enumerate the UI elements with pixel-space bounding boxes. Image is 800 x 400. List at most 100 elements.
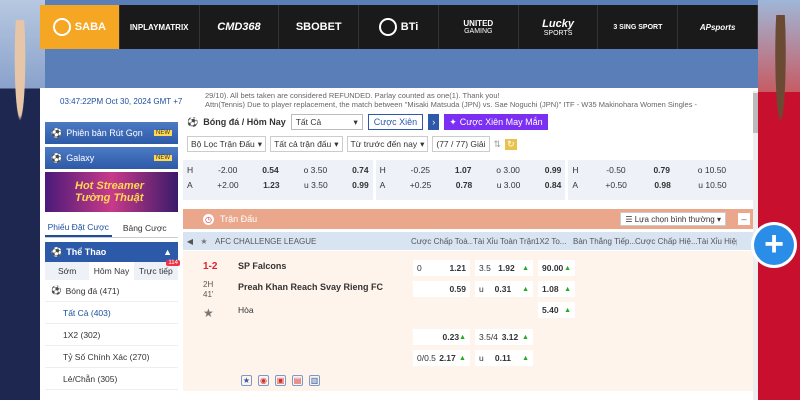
parlay-next-button[interactable]: › [428, 114, 440, 130]
sports-header[interactable]: ⚽ Thể Thao ▲ [45, 242, 178, 262]
brand-sbobet[interactable]: SBOBET [279, 5, 360, 49]
up-arrow-icon: ▲ [459, 333, 466, 341]
table-header: ◀ ★ AFC CHALLENGE LEAGUE Cược Chấp Toà..… [183, 232, 758, 250]
up-arrow-icon: ▲ [459, 354, 466, 362]
toolbar: ⚽ Bóng đá / Hôm Nay Tất Cả ▾ Cược Xiên › … [183, 111, 758, 133]
up-arrow-icon: ▲ [564, 285, 571, 293]
soccer-ball-icon: ⚽ [187, 116, 199, 127]
odds-cell[interactable]: u 0.11 ▲ [475, 350, 533, 366]
new-badge: NEW [154, 130, 172, 136]
sort-select[interactable]: ☰ Lựa chọn bình thường ▾ [620, 212, 726, 226]
sidebar-item-1x2[interactable]: 1X2 (302) [45, 324, 178, 346]
sidebar-item-football[interactable]: ⚽ Bóng đá (471) [45, 280, 178, 302]
bti-logo-icon [378, 18, 397, 36]
provider-bar: SABA INPLAYMATRIX CMD368 SBOBET BTi UNIT… [40, 5, 759, 49]
odds-row[interactable]: A +0.25 0.78 u 3.00 0.84 [380, 177, 562, 192]
col-half-over-under: Tài Xỉu Hiệp [697, 236, 737, 246]
favorite-icon[interactable]: ★ [241, 375, 252, 386]
time-filter[interactable]: Từ trước đến nay ▾ [346, 136, 429, 152]
page-title: Bóng đá / Hôm Nay [203, 117, 286, 127]
odds-row[interactable]: A +2.00 1.23 u 3.50 0.99 [187, 177, 369, 192]
marquee-line-2: Attn(Tennis) Due to player replacement, … [205, 100, 698, 109]
brand-bti[interactable]: BTi [359, 5, 439, 49]
brand-saba[interactable]: SABA [40, 5, 120, 49]
col-over-under: Tài Xỉu Toàn Trận [473, 236, 535, 246]
scrollbar-thumb[interactable] [753, 93, 758, 133]
odds-cell[interactable]: 0.23 ▲ [413, 329, 470, 345]
odds-cell[interactable]: 3.5/4 3.12 ▲ [475, 329, 533, 345]
refresh-icon[interactable]: ↻ [505, 138, 517, 150]
hot-streamer-banner[interactable]: Hot Streamer Tường Thuật [45, 172, 178, 212]
banner-subtitle: Tường Thuật [75, 192, 144, 204]
odds-row[interactable]: H -0.50 0.79 o 10.50 [572, 162, 754, 177]
tab-bet-slip[interactable]: Phiếu Đặt Cược [45, 218, 112, 237]
sidebar-item-correct-score[interactable]: Tỷ Số Chính Xác (270) [45, 346, 178, 368]
stats-icon[interactable]: ▥ [309, 375, 320, 386]
odds-cell[interactable]: 5.40 ▲ [538, 302, 575, 318]
brand-3-sing-sport[interactable]: 3 SING SPORT [598, 5, 679, 49]
up-arrow-icon: ▲ [522, 354, 529, 362]
brand-label: 3 SING SPORT [613, 23, 663, 31]
up-arrow-icon: ▲ [564, 306, 571, 314]
col-half-handicap: Cược Chấp Hiệ... [635, 236, 697, 246]
brand-lucky-sports[interactable]: Lucky SPORTS [519, 5, 599, 49]
star-icon[interactable]: ★ [197, 237, 211, 246]
odds-cell[interactable]: 0 1.21 [413, 260, 470, 276]
banner-title: Hot Streamer [75, 180, 145, 192]
collapse-league-icon[interactable]: ◀ [183, 237, 197, 246]
brand-label: CMD368 [217, 21, 261, 33]
filter-label: Tất cả trận đấu [274, 139, 332, 149]
brand-cmd368[interactable]: CMD368 [200, 5, 280, 49]
home-team: SP Falcons [238, 261, 287, 271]
odds-cell[interactable]: 0/0.5 2.17 ▲ [413, 350, 470, 366]
content-area: 29/10). All bets taken are considered RE… [183, 91, 758, 400]
plus-button[interactable]: + [754, 225, 794, 265]
sort-icon[interactable]: ⇅ [494, 139, 502, 150]
match-filter[interactable]: Tất cả trận đấu ▾ [270, 136, 343, 152]
button-label: Phiên bản Rút Gọn [66, 128, 143, 138]
compact-version-button[interactable]: ⚽ Phiên bản Rút Gọn NEW [45, 122, 178, 144]
up-arrow-icon: ▲ [522, 285, 529, 293]
brand-apsports[interactable]: APsports [678, 5, 759, 49]
favorite-star-icon[interactable]: ★ [203, 306, 214, 320]
odds-box: H -0.25 1.07 o 3.00 0.99 A +0.25 0.78 u 3.00 0.8… [375, 160, 566, 200]
brand-label: SBOBET [295, 21, 342, 33]
background-right-player [753, 0, 800, 400]
score-map-icon[interactable]: ▤ [292, 375, 303, 386]
odds-strip: H -2.00 0.54 o 3.50 0.74 A +2.00 1.23 u 3.50 0.9… [183, 160, 758, 200]
section-header: ◷ Trận Đấu ☰ Lựa chọn bình thường ▾ – [183, 209, 758, 229]
odds-cell[interactable]: 1.08 ▲ [538, 281, 575, 297]
galaxy-button[interactable]: ⚽ Galaxy NEW [45, 147, 178, 169]
brand-label: INPLAYMATRIX [129, 22, 189, 32]
new-badge: NEW [154, 155, 172, 161]
market-select[interactable]: Tất Cả ▾ [290, 114, 363, 130]
odds-row[interactable]: H -0.25 1.07 o 3.00 0.99 [380, 162, 562, 177]
live-stream-icon[interactable]: ◉ [258, 375, 269, 386]
odds-box: H -0.50 0.79 o 10.50 A +0.50 0.98 u 10.50 [568, 160, 758, 200]
league-count[interactable]: (77 / 77) Giải [432, 136, 490, 152]
brand-united-gaming[interactable]: UNITED GAMING [439, 5, 519, 49]
chevron-up-icon: ▲ [163, 247, 172, 257]
collapse-icon[interactable]: – [738, 213, 750, 225]
league-filter[interactable]: Bộ Lọc Trận Đấu ▾ [187, 136, 267, 152]
odds-row[interactable]: A +0.50 0.98 u 10.50 [572, 177, 754, 192]
parlay-button[interactable]: Cược Xiên [367, 114, 424, 130]
odds-cell[interactable]: 3.5 1.92 ▲ [475, 260, 533, 276]
odds-cell[interactable]: 0.59 [413, 281, 470, 297]
odds-cell[interactable]: 90.00 ▲ [538, 260, 575, 276]
sidebar-item-all[interactable]: Tất Cả (403) [45, 302, 178, 324]
odds-cell[interactable]: u 0.31 ▲ [475, 281, 533, 297]
brand-label: UNITED [463, 19, 494, 28]
player-image-right [753, 15, 800, 400]
jersey-icon[interactable]: ▣ [275, 375, 286, 386]
tab-live[interactable]: Trực tiếp 114 [134, 260, 180, 276]
sidebar-item-odd-even[interactable]: Lẻ/Chẵn (305) [45, 368, 178, 390]
lucky-parlay-button[interactable]: ✦ Cược Xiên May Mắn [444, 114, 548, 130]
tab-early[interactable]: Sớm [45, 266, 89, 276]
tab-today[interactable]: Hôm Nay [89, 262, 134, 280]
brand-inplaymatrix[interactable]: INPLAYMATRIX [120, 5, 200, 49]
odds-row[interactable]: H -2.00 0.54 o 3.50 0.74 [187, 162, 369, 177]
tab-bet-table[interactable]: Bảng Cược [112, 218, 179, 237]
background-left-player [0, 0, 50, 400]
brand-label: Lucky [542, 17, 574, 30]
